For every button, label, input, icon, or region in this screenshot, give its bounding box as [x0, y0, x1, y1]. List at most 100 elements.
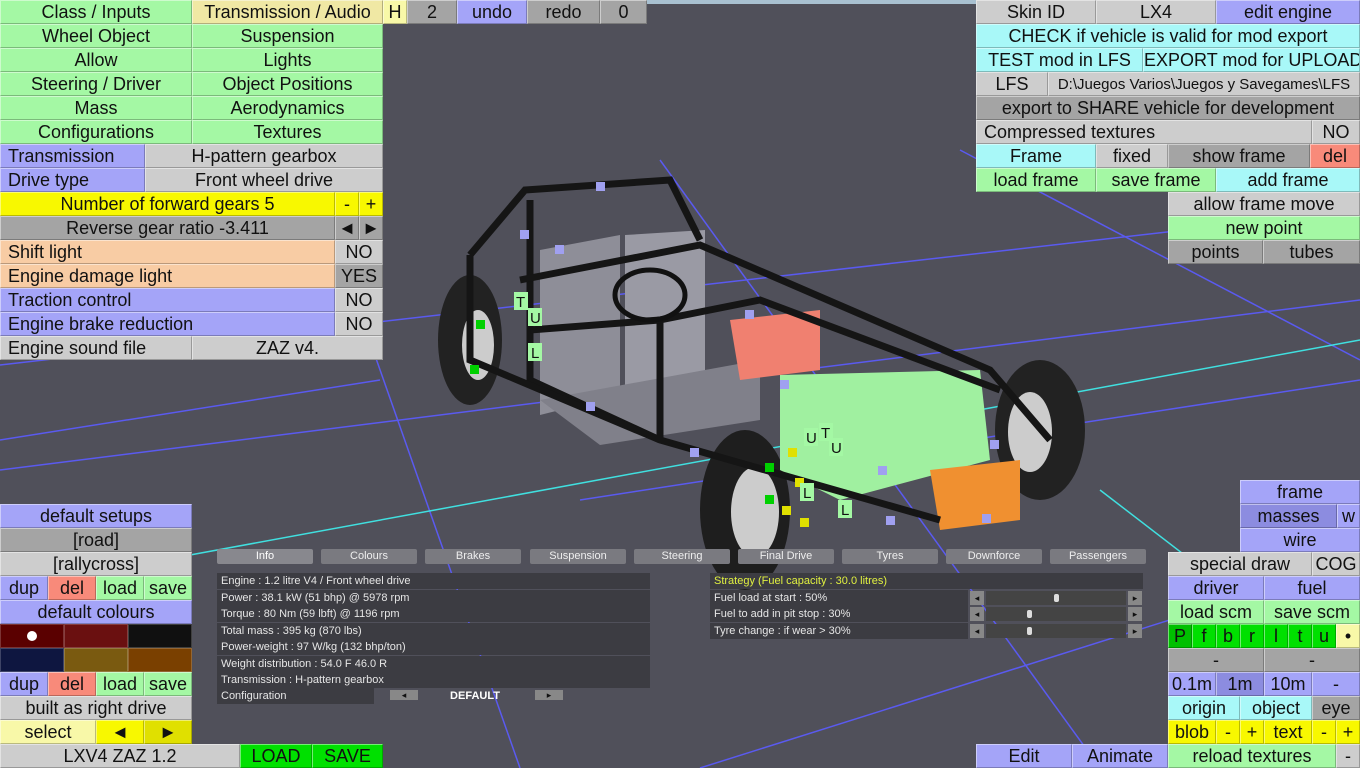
reload-minus-button[interactable]: - — [1336, 744, 1360, 768]
tab-passengers[interactable]: Passengers — [1050, 549, 1146, 564]
wire-button[interactable]: wire — [1240, 528, 1360, 552]
select-button[interactable]: select — [0, 720, 96, 744]
toggle-p[interactable]: P — [1168, 624, 1192, 648]
colour-swatch[interactable] — [64, 648, 128, 672]
grid-off-button[interactable]: - — [1312, 672, 1360, 696]
grid-0.1m-button[interactable]: 0.1m — [1168, 672, 1216, 696]
test-mod-button[interactable]: TEST mod in LFS — [976, 48, 1143, 72]
gears-minus-button[interactable]: - — [335, 192, 359, 216]
allow-frame-move-button[interactable]: allow frame move — [1168, 192, 1360, 216]
object-button[interactable]: object — [1240, 696, 1312, 720]
load-button[interactable]: LOAD — [240, 744, 312, 768]
skin-id-value[interactable]: LX4 — [1096, 0, 1216, 24]
toggle-dot[interactable]: • — [1336, 624, 1360, 648]
text-minus-button[interactable]: - — [1312, 720, 1336, 744]
add-frame-button[interactable]: add frame — [1216, 168, 1360, 192]
shift-light-toggle[interactable]: NO — [335, 240, 383, 264]
tab-suspension-info[interactable]: Suspension — [530, 549, 626, 564]
tab-info[interactable]: Info — [217, 549, 313, 564]
traction-control-toggle[interactable]: NO — [335, 288, 383, 312]
show-frame-button[interactable]: show frame — [1168, 144, 1310, 168]
frame-button[interactable]: Frame — [976, 144, 1096, 168]
fuel-pit-increase[interactable]: ▸ — [1128, 607, 1142, 621]
colour-swatch[interactable] — [0, 648, 64, 672]
w-button[interactable]: w — [1337, 504, 1360, 528]
slider-knob[interactable] — [1053, 594, 1059, 602]
new-point-button[interactable]: new point — [1168, 216, 1360, 240]
save-scm-button[interactable]: save scm — [1264, 600, 1360, 624]
config-next-button[interactable]: ▸ — [535, 690, 563, 700]
toggle-r[interactable]: r — [1240, 624, 1264, 648]
save-button[interactable]: SAVE — [312, 744, 383, 768]
config-prev-button[interactable]: ◂ — [390, 690, 418, 700]
blob-plus-button[interactable]: + — [1240, 720, 1264, 744]
reverse-gear-ratio[interactable]: Reverse gear ratio -3.411 — [0, 216, 335, 240]
cog-button[interactable]: COG — [1312, 552, 1360, 576]
load-scm-button[interactable]: load scm — [1168, 600, 1264, 624]
export-share-button[interactable]: export to SHARE vehicle for development — [976, 96, 1360, 120]
reverse-left-arrow[interactable]: ◄ — [335, 216, 359, 240]
fuel-pit-decrease[interactable]: ◂ — [970, 607, 984, 621]
edit-button[interactable]: Edit — [976, 744, 1072, 768]
grid-10m-button[interactable]: 10m — [1264, 672, 1312, 696]
reverse-right-arrow[interactable]: ► — [359, 216, 383, 240]
tyre-change-decrease[interactable]: ◂ — [970, 624, 984, 638]
setup-rallycross[interactable]: [rallycross] — [0, 552, 192, 576]
setup-save-button[interactable]: save — [144, 576, 192, 600]
delete-frame-button[interactable]: del — [1310, 144, 1360, 168]
tab-lights[interactable]: Lights — [192, 48, 383, 72]
tab-transmission-audio[interactable]: Transmission / Audio — [192, 0, 383, 24]
toggle-f[interactable]: f — [1192, 624, 1216, 648]
colour-swatch[interactable] — [64, 624, 128, 648]
setup-dup-button[interactable]: dup — [0, 576, 48, 600]
setup-road[interactable]: [road] — [0, 528, 192, 552]
transmission-select[interactable]: H-pattern gearbox — [145, 144, 383, 168]
toggle-u[interactable]: u — [1312, 624, 1336, 648]
blob-minus-button[interactable]: - — [1216, 720, 1240, 744]
fuel-button[interactable]: fuel — [1264, 576, 1360, 600]
drive-type-select[interactable]: Front wheel drive — [145, 168, 383, 192]
right-drive-button[interactable]: built as right drive — [0, 696, 192, 720]
colour-swatch[interactable] — [128, 624, 192, 648]
dash-button-1[interactable]: - — [1168, 648, 1264, 672]
colour-swatch-selected[interactable] — [0, 624, 64, 648]
gears-plus-button[interactable]: + — [359, 192, 383, 216]
origin-button[interactable]: origin — [1168, 696, 1240, 720]
tab-mass[interactable]: Mass — [0, 96, 192, 120]
tab-configurations[interactable]: Configurations — [0, 120, 192, 144]
tab-class-inputs[interactable]: Class / Inputs — [0, 0, 192, 24]
tab-colours[interactable]: Colours — [321, 549, 417, 564]
tab-downforce[interactable]: Downforce — [946, 549, 1042, 564]
redo-button[interactable]: redo — [527, 0, 600, 24]
colour-dup-button[interactable]: dup — [0, 672, 48, 696]
masses-button[interactable]: masses — [1240, 504, 1337, 528]
colour-del-button[interactable]: del — [48, 672, 96, 696]
grid-1m-button[interactable]: 1m — [1216, 672, 1264, 696]
tab-brakes[interactable]: Brakes — [425, 549, 521, 564]
tubes-button[interactable]: tubes — [1263, 240, 1360, 264]
colour-load-button[interactable]: load — [96, 672, 144, 696]
tyre-change-slider[interactable] — [986, 624, 1126, 638]
colour-save-button[interactable]: save — [144, 672, 192, 696]
eye-button[interactable]: eye — [1312, 696, 1360, 720]
colour-swatch[interactable] — [128, 648, 192, 672]
car-name-field[interactable]: LXV4 ZAZ 1.2 — [0, 744, 240, 768]
tab-final-drive[interactable]: Final Drive — [738, 549, 834, 564]
toggle-l[interactable]: l — [1264, 624, 1288, 648]
edit-engine-button[interactable]: edit engine — [1216, 0, 1360, 24]
default-colours-button[interactable]: default colours — [0, 600, 192, 624]
fuel-load-slider[interactable] — [986, 591, 1126, 605]
text-plus-button[interactable]: + — [1336, 720, 1360, 744]
tab-textures[interactable]: Textures — [192, 120, 383, 144]
setup-load-button[interactable]: load — [96, 576, 144, 600]
slider-knob[interactable] — [1026, 627, 1032, 635]
tab-tyres[interactable]: Tyres — [842, 549, 938, 564]
engine-brake-reduction-toggle[interactable]: NO — [335, 312, 383, 336]
tab-wheel-object[interactable]: Wheel Object — [0, 24, 192, 48]
fixed-button[interactable]: fixed — [1096, 144, 1168, 168]
check-valid-button[interactable]: CHECK if vehicle is valid for mod export — [976, 24, 1360, 48]
engine-damage-light-toggle[interactable]: YES — [335, 264, 383, 288]
tab-steering[interactable]: Steering — [634, 549, 730, 564]
toggle-t[interactable]: t — [1288, 624, 1312, 648]
engine-sound-select[interactable]: ZAZ v4. — [192, 336, 383, 360]
